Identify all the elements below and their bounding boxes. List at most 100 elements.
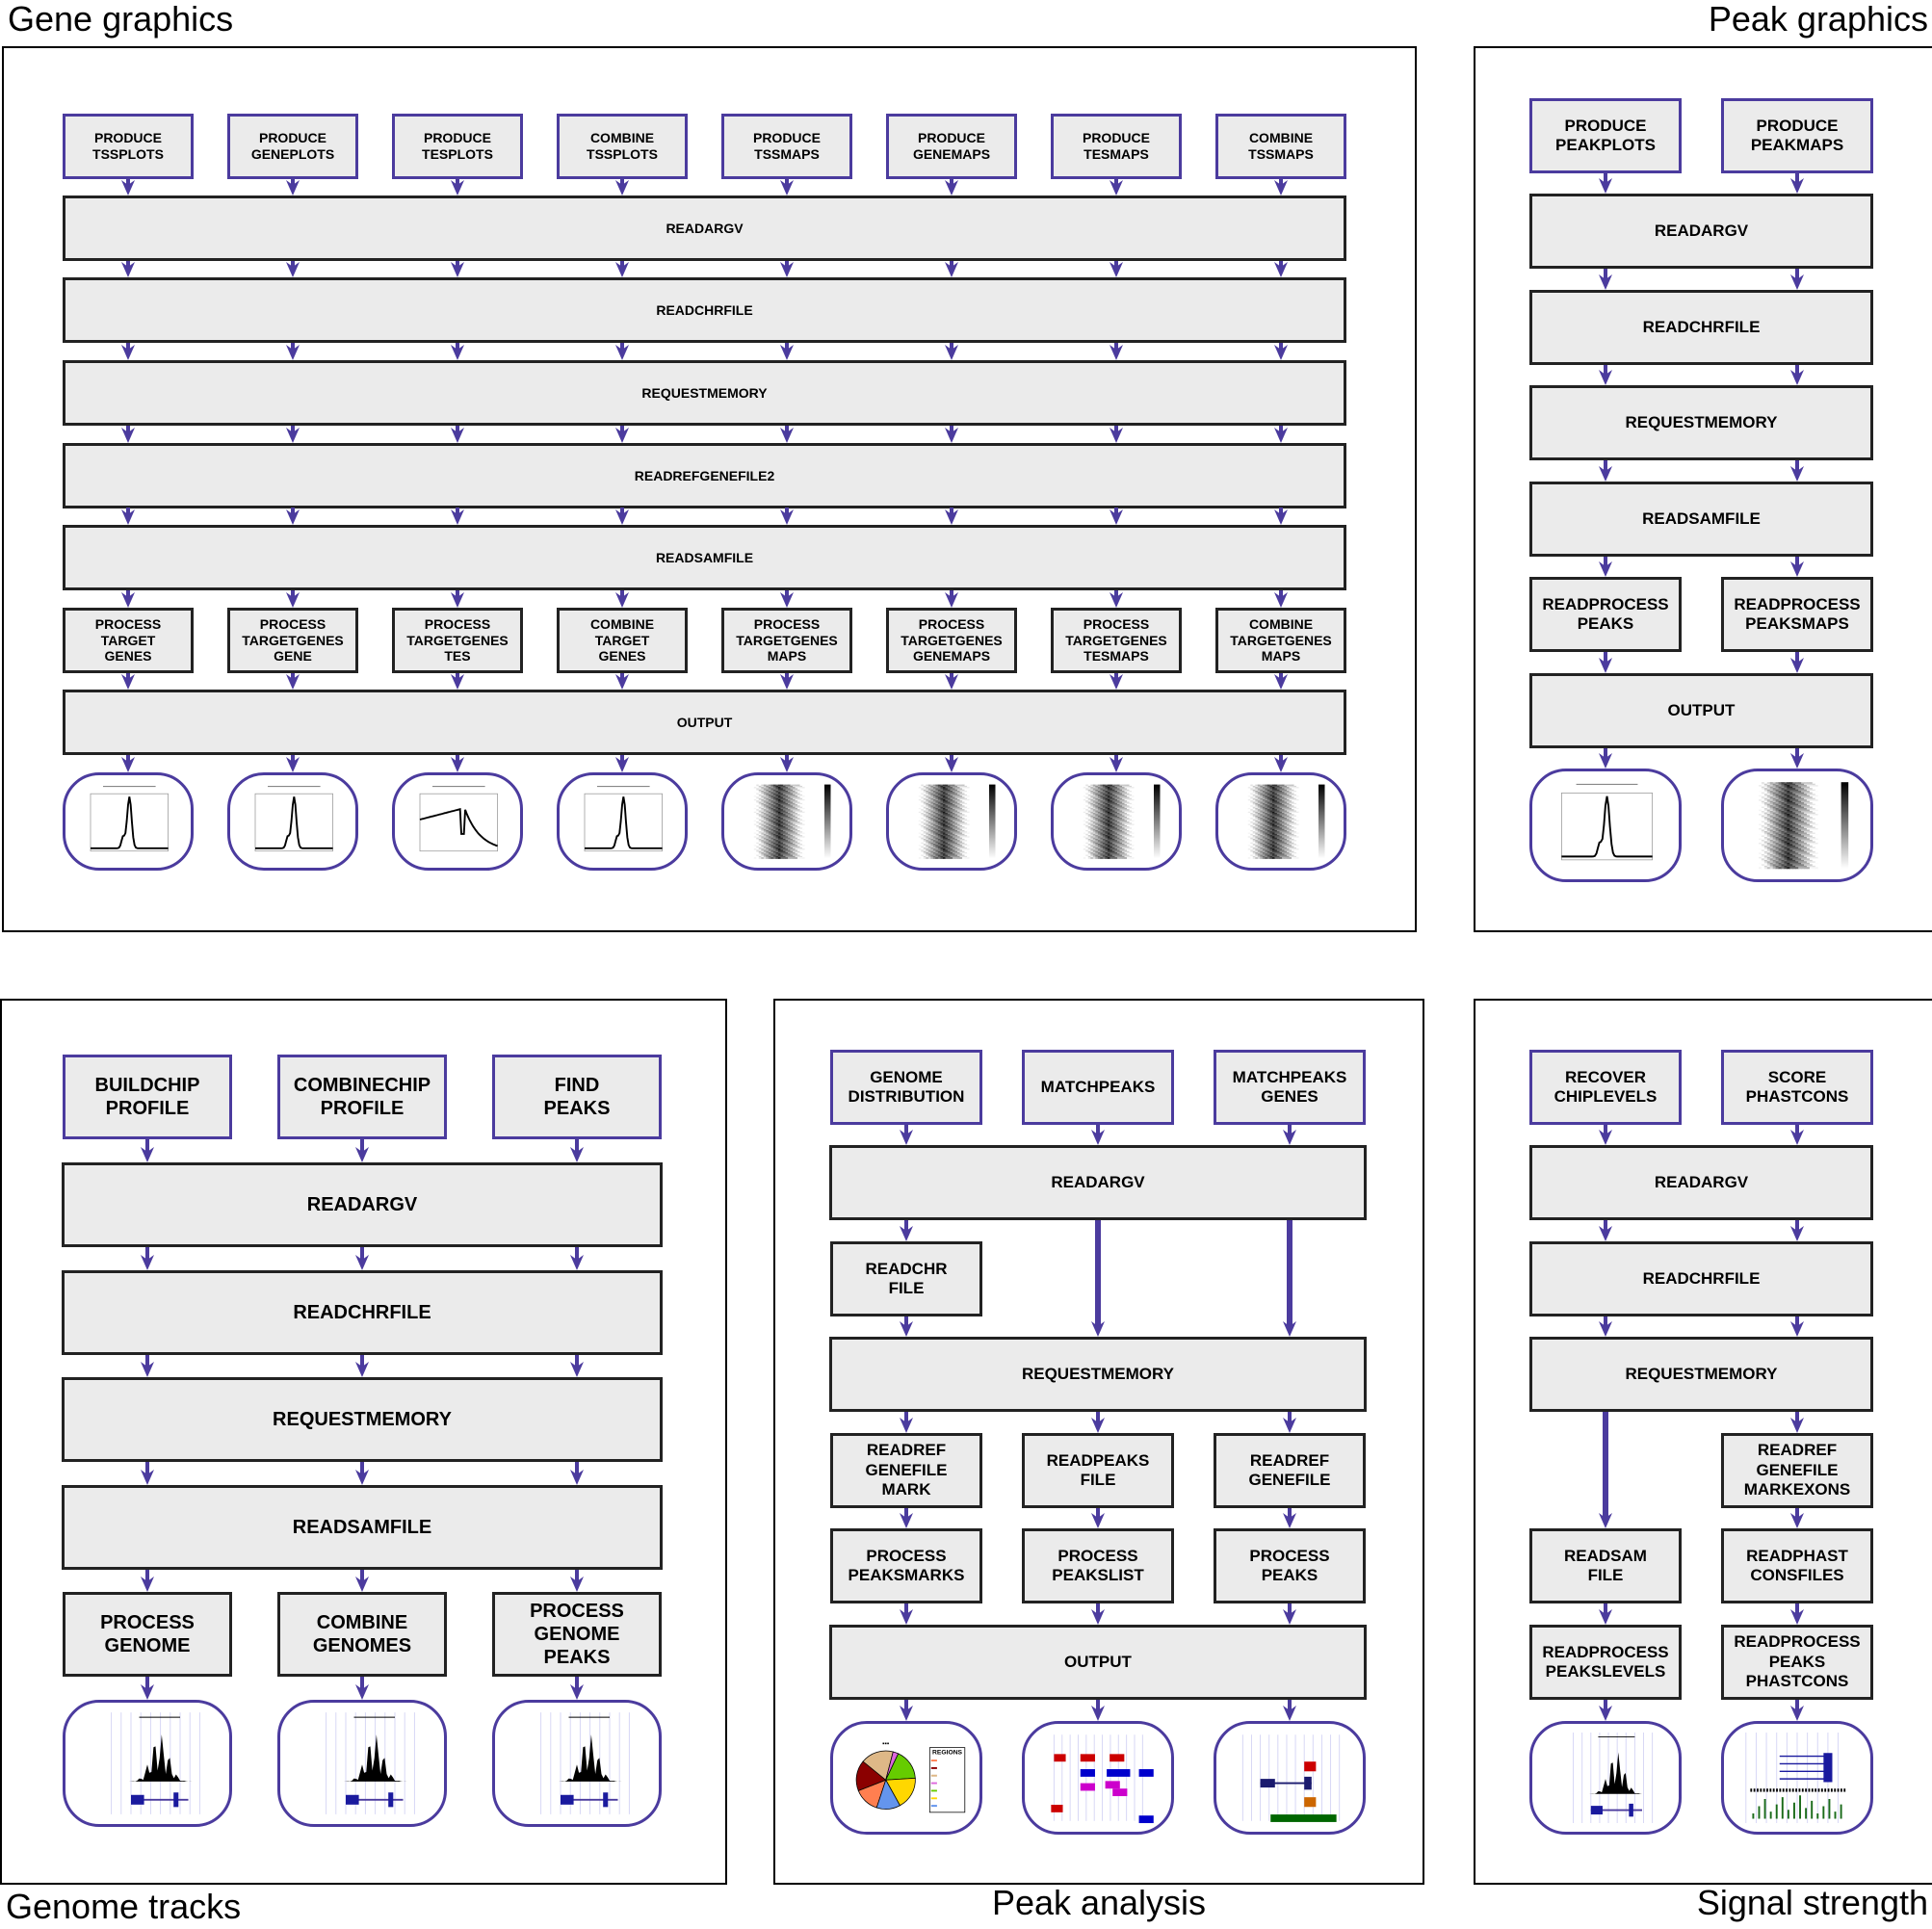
profile-plot-thumbnail — [1529, 769, 1682, 882]
entry-module-produce-tssmaps[interactable]: PRODUCE TSSMAPS — [721, 114, 852, 179]
step-process-targetgenes-genemaps[interactable]: PROCESS TARGETGENES GENEMAPS — [886, 608, 1017, 673]
profile-plot-thumbnail — [227, 772, 358, 871]
profile-plot-graphic — [584, 785, 663, 852]
step-readchrfile[interactable]: READCHRFILE — [1529, 1241, 1873, 1316]
step-readrefgenefile2[interactable]: READREFGENEFILE2 — [63, 443, 1346, 508]
entry-module-recover-chiplevels[interactable]: RECOVER CHIPLEVELS — [1529, 1050, 1682, 1125]
heatmap-graphic — [1071, 784, 1161, 859]
step-requestmemory[interactable]: REQUESTMEMORY — [1529, 385, 1873, 460]
step-process-targetgenes-tesmaps[interactable]: PROCESS TARGETGENES TESMAPS — [1051, 608, 1182, 673]
entry-module-matchpeaks-genes[interactable]: MATCHPEAKS GENES — [1214, 1050, 1366, 1125]
step-readprocess-peaksmaps[interactable]: READPROCESS PEAKSMAPS — [1721, 577, 1873, 652]
step-output[interactable]: OUTPUT — [63, 690, 1346, 755]
step-requestmemory[interactable]: REQUESTMEMORY — [1529, 1337, 1873, 1412]
heatmap-graphic — [1744, 782, 1849, 870]
step-readchrfile[interactable]: READCHRFILE — [62, 1270, 663, 1355]
step-combine-targetgenes-maps[interactable]: COMBINE TARGETGENES MAPS — [1215, 608, 1346, 673]
step-readargv[interactable]: READARGV — [829, 1145, 1367, 1220]
genome-track-graphic — [540, 1712, 630, 1814]
profile-plot-broad-thumbnail — [392, 772, 523, 871]
entry-module-matchpeaks[interactable]: MATCHPEAKS — [1022, 1050, 1174, 1125]
step-output[interactable]: OUTPUT — [1529, 673, 1873, 748]
section-title: Gene graphics — [8, 0, 234, 39]
step-requestmemory[interactable]: REQUESTMEMORY — [62, 1377, 663, 1462]
section-title: Peak graphics — [1708, 0, 1928, 39]
section-title: Genome tracks — [6, 1887, 242, 1926]
peak-gene-track-thumbnail — [1214, 1721, 1366, 1835]
step-readargv[interactable]: READARGV — [62, 1162, 663, 1247]
entry-module-combine-tssmaps[interactable]: COMBINE TSSMAPS — [1215, 114, 1346, 179]
heatmap-thumbnail — [886, 772, 1017, 871]
step-process-peakslist[interactable]: PROCESS PEAKSLIST — [1022, 1528, 1174, 1603]
heatmap-thumbnail — [1215, 772, 1346, 871]
step-readprocess-peaks[interactable]: READPROCESS PEAKS — [1529, 577, 1682, 652]
step-readprocess-peaks-phastcons[interactable]: READPROCESS PEAKS PHASTCONS — [1721, 1625, 1873, 1700]
step-process-peaks[interactable]: PROCESS PEAKS — [1214, 1528, 1366, 1603]
profile-plot-broad-graphic — [419, 785, 498, 852]
genome-track-thumbnail — [277, 1700, 447, 1827]
step-requestmemory[interactable]: REQUESTMEMORY — [63, 360, 1346, 426]
step-readprocess-peakslevels[interactable]: READPROCESS PEAKSLEVELS — [1529, 1625, 1682, 1700]
entry-module-combine-tssplots[interactable]: COMBINE TSSPLOTS — [557, 114, 688, 179]
peak-gene-track-graphic — [1241, 1734, 1341, 1822]
entry-module-buildchip-profile[interactable]: BUILDCHIP PROFILE — [63, 1055, 232, 1139]
peak-list-track-graphic — [1051, 1734, 1154, 1824]
step-readref-genefile[interactable]: READREF GENEFILE — [1214, 1433, 1366, 1508]
genome-track-thumbnail — [492, 1700, 662, 1827]
pie-chart-thumbnail: ▪▪▪ REGIONS — [830, 1721, 982, 1835]
section-title: Signal strength — [1696, 1883, 1928, 1922]
heatmap-thumbnail — [1051, 772, 1182, 871]
profile-plot-graphic — [254, 785, 333, 852]
step-readargv[interactable]: READARGV — [63, 196, 1346, 261]
step-process-genome-peaks[interactable]: PROCESS GENOME PEAKS — [492, 1592, 662, 1677]
step-readphast-consfiles[interactable]: READPHAST CONSFILES — [1721, 1528, 1873, 1603]
conservation-track-thumbnail — [1721, 1721, 1873, 1835]
step-readargv[interactable]: READARGV — [1529, 194, 1873, 269]
entry-module-produce-peakmaps[interactable]: PRODUCE PEAKMAPS — [1721, 98, 1873, 173]
heatmap-graphic — [1236, 784, 1325, 859]
step-readchr-file[interactable]: READCHR FILE — [830, 1241, 982, 1316]
entry-module-produce-tssplots[interactable]: PRODUCE TSSPLOTS — [63, 114, 194, 179]
entry-module-produce-peakplots[interactable]: PRODUCE PEAKPLOTS — [1529, 98, 1682, 173]
step-process-target-genes[interactable]: PROCESS TARGET GENES — [63, 608, 194, 673]
entry-module-find-peaks[interactable]: FIND PEAKS — [492, 1055, 662, 1139]
step-combine-genomes[interactable]: COMBINE GENOMES — [277, 1592, 447, 1677]
peak-list-track-thumbnail — [1022, 1721, 1174, 1835]
entry-module-produce-geneplots[interactable]: PRODUCE GENEPLOTS — [227, 114, 358, 179]
step-combine-target-genes[interactable]: COMBINE TARGET GENES — [557, 608, 688, 673]
genome-track-graphic — [326, 1712, 415, 1814]
step-process-targetgenes-gene[interactable]: PROCESS TARGETGENES GENE — [227, 608, 358, 673]
entry-module-produce-tesplots[interactable]: PRODUCE TESPLOTS — [392, 114, 523, 179]
step-output[interactable]: OUTPUT — [829, 1625, 1367, 1700]
genome-track-thumbnail — [63, 1700, 232, 1827]
step-readchrfile[interactable]: READCHRFILE — [1529, 290, 1873, 365]
step-readchrfile[interactable]: READCHRFILE — [63, 277, 1346, 343]
entry-module-combinechip-profile[interactable]: COMBINECHIP PROFILE — [277, 1055, 447, 1139]
entry-module-produce-genemaps[interactable]: PRODUCE GENEMAPS — [886, 114, 1017, 179]
step-process-peaksmarks[interactable]: PROCESS PEAKSMARKS — [830, 1528, 982, 1603]
profile-plot-thumbnail — [63, 772, 194, 871]
step-readsamfile[interactable]: READSAMFILE — [63, 525, 1346, 590]
genome-track-graphic — [1573, 1732, 1654, 1824]
conservation-track-graphic — [1745, 1732, 1846, 1824]
step-readsamfile[interactable]: READSAMFILE — [62, 1485, 663, 1570]
entry-module-produce-tesmaps[interactable]: PRODUCE TESMAPS — [1051, 114, 1182, 179]
step-readref-genefile-mark[interactable]: READREF GENEFILE MARK — [830, 1433, 982, 1508]
pie-chart-graphic: ▪▪▪REGIONS — [855, 1740, 966, 1813]
step-readsamfile[interactable]: READSAMFILE — [1529, 482, 1873, 557]
step-process-genome[interactable]: PROCESS GENOME — [63, 1592, 232, 1677]
genome-track-graphic — [111, 1712, 200, 1814]
entry-module-score-phastcons[interactable]: SCORE PHASTCONS — [1721, 1050, 1873, 1125]
step-readargv[interactable]: READARGV — [1529, 1145, 1873, 1220]
heatmap-thumbnail — [721, 772, 852, 871]
step-requestmemory[interactable]: REQUESTMEMORY — [829, 1337, 1367, 1412]
step-readref-genefile-markexons[interactable]: READREF GENEFILE MARKEXONS — [1721, 1433, 1873, 1508]
profile-plot-graphic — [90, 785, 169, 852]
step-process-targetgenes-maps[interactable]: PROCESS TARGETGENES MAPS — [721, 608, 852, 673]
step-readpeaks-file[interactable]: READPEAKS FILE — [1022, 1433, 1174, 1508]
entry-module-genome-distribution[interactable]: GENOME DISTRIBUTION — [830, 1050, 982, 1125]
heatmap-graphic — [906, 784, 996, 859]
step-process-targetgenes-tes[interactable]: PROCESS TARGETGENES TES — [392, 608, 523, 673]
step-readsam-file[interactable]: READSAM FILE — [1529, 1528, 1682, 1603]
section-title: Peak analysis — [991, 1883, 1207, 1922]
